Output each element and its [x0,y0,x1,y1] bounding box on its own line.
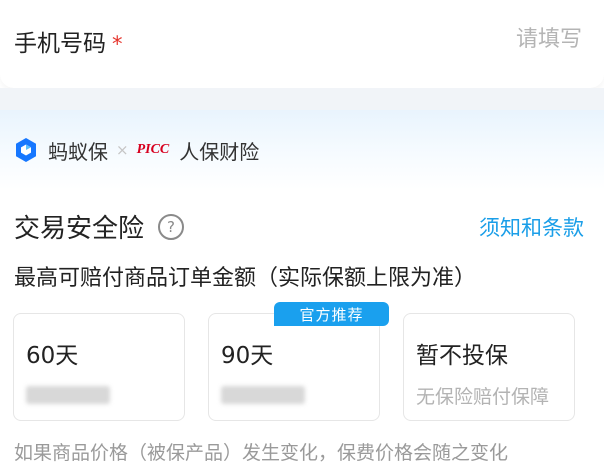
section-divider [0,88,604,110]
ant-insurance-name: 蚂蚁保 [48,139,108,164]
picc-logo: PICC [136,142,170,157]
brand-row: 蚂蚁保 × PICC 人保财险 [14,134,259,166]
option-description: 无保险赔付保障 [416,386,550,408]
price-redacted [221,386,305,404]
option-title: 暂不投保 [416,343,508,369]
question-circle-icon[interactable]: ? [158,213,185,240]
option-90-days[interactable]: 90天 [208,313,380,421]
insurance-title: 交易安全险 [14,214,145,244]
partner-insurer-name: 人保财险 [179,139,260,164]
price-redacted [26,386,110,404]
recommended-badge: 官方推荐 [274,302,389,326]
option-no-insurance[interactable]: 暂不投保 无保险赔付保障 [403,313,575,421]
phone-number-row: 手机号码 * [0,0,604,88]
terms-link[interactable]: 须知和条款 [479,212,584,242]
coverage-subtitle: 最高可赔付商品订单金额（实际保额上限为准） [14,266,477,291]
ant-insurance-logo-icon [16,138,36,162]
phone-number-input[interactable] [380,26,584,53]
option-60-days[interactable]: 60天 [13,313,185,421]
insurance-section-header: 交易安全险 ? [14,208,185,245]
brand-separator: × [116,141,129,159]
phone-label-text: 手机号码 [14,31,106,57]
premium-change-note: 如果商品价格（被保产品）发生变化，保费价格会随之变化 [14,442,509,464]
option-title: 60天 [26,343,79,369]
required-mark: * [112,32,123,56]
phone-number-label: 手机号码 * [14,24,123,58]
option-title: 90天 [221,343,274,369]
